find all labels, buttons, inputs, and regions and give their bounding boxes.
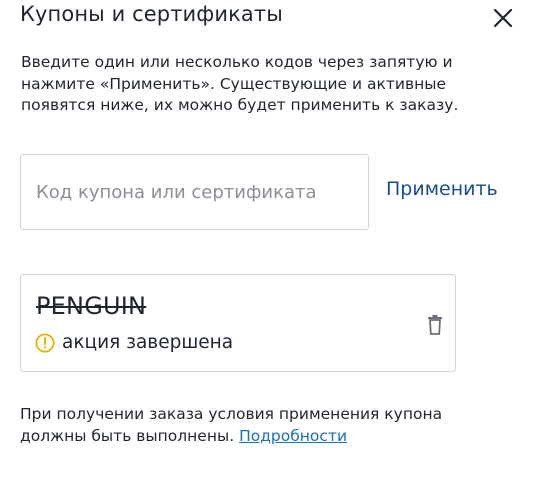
coupon-status-text: акция завершена [62,332,234,353]
coupon-conditions-note: При получении заказа условия применения … [20,403,500,447]
coupon-status: акция завершена [35,332,233,353]
note-text: должны быть выполнены. [20,427,235,445]
instructions-line: Введите один или несколько кодов через з… [21,53,453,71]
note-line: При получении заказа условия применения … [20,405,443,423]
modal-title: Купоны и сертификаты [20,2,283,26]
delete-coupon-button[interactable] [425,314,445,336]
coupon-code: PENGUIN [36,292,147,320]
close-icon [489,4,517,32]
details-link[interactable]: Подробности [239,427,347,445]
note-line: должны быть выполнены. Подробности [20,425,500,447]
applied-coupon-card: PENGUIN акция завершена [20,274,456,372]
warning-icon [35,332,55,353]
close-button[interactable] [489,4,517,32]
coupon-code-input[interactable] [20,154,369,230]
instructions-line: нажмите «Применить». Существующие и акти… [21,74,447,93]
coupons-modal: Купоны и сертификаты Введите один или не… [0,0,536,479]
instructions-line: появятся ниже, их можно будет применить … [21,96,459,114]
apply-button[interactable]: Применить [386,178,498,200]
trash-icon [425,315,445,340]
instructions-text: Введите один или несколько кодов через з… [21,52,491,117]
